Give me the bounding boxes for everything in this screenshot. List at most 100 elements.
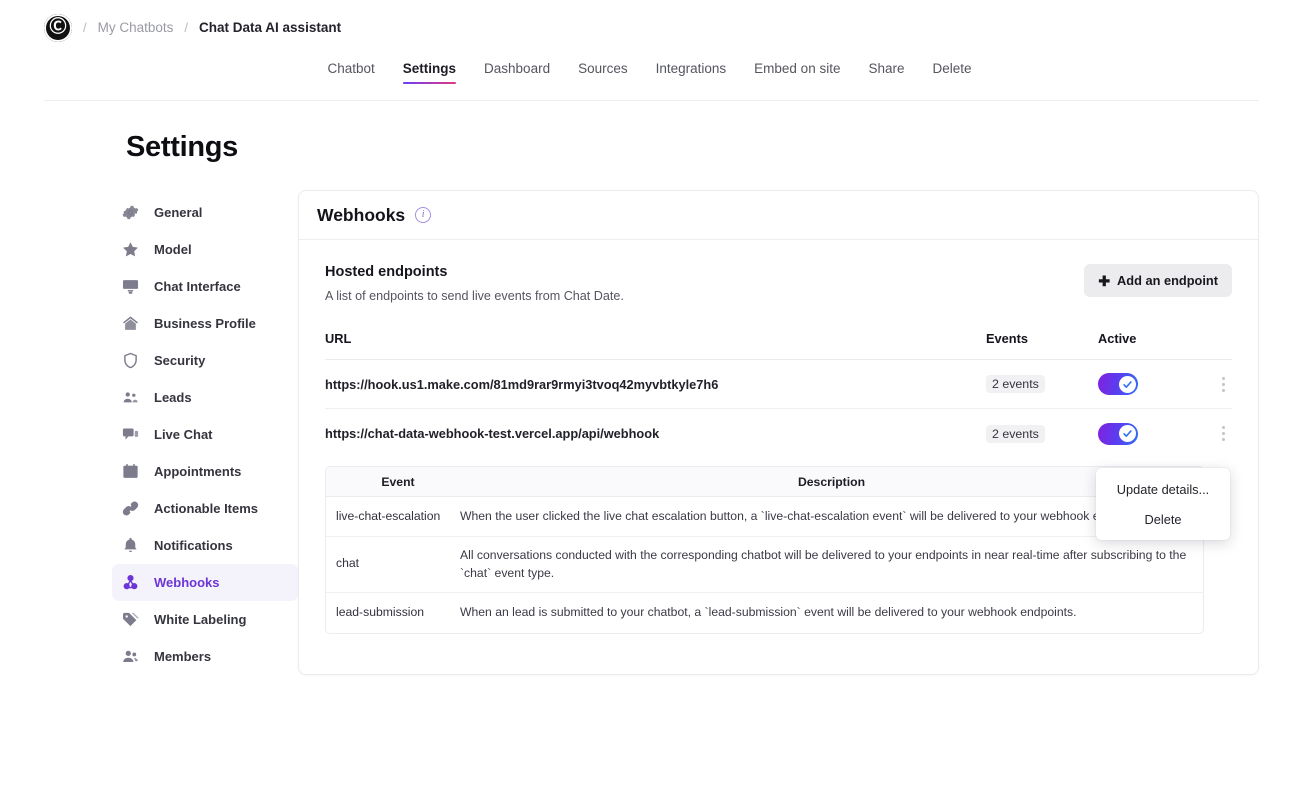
sidebar-item-label: Business Profile [154, 316, 256, 331]
event-name: chat [326, 547, 460, 581]
hosted-endpoints-section: Hosted endpoints A list of endpoints to … [325, 264, 1232, 303]
sidebar-item-general[interactable]: General [112, 194, 298, 231]
breadcrumb-bar: Ⓒ / My Chatbots / Chat Data AI assistant [0, 0, 1299, 55]
events-table-header: Event Description [326, 467, 1203, 497]
home-icon [120, 314, 140, 334]
sidebar-item-live-chat[interactable]: Live Chat [112, 416, 298, 453]
sidebar-item-label: Members [154, 649, 211, 664]
toggle-knob [1119, 425, 1136, 442]
sidebar-item-label: Model [154, 242, 192, 257]
sidebar-item-label: Security [154, 353, 205, 368]
events-badge: 2 events [986, 425, 1045, 443]
sidebar-item-security[interactable]: Security [112, 342, 298, 379]
info-icon[interactable]: i [415, 207, 431, 223]
bell-icon [120, 536, 140, 556]
event-description: All conversations conducted with the cor… [460, 537, 1203, 592]
people-icon [120, 388, 140, 408]
sidebar-item-label: Webhooks [154, 575, 220, 590]
column-header-event: Event [326, 475, 460, 489]
sidebar-item-label: General [154, 205, 202, 220]
nav-tab-settings[interactable]: Settings [389, 55, 470, 88]
endpoint-context-menu: Update details...Delete [1096, 468, 1230, 540]
page-title: Settings [126, 131, 1299, 164]
endpoint-url[interactable]: https://hook.us1.make.com/81md9rar9rmyi3… [325, 377, 986, 392]
settings-layout: General Model Chat Interface Business Profi… [0, 190, 1299, 675]
endpoint-row: https://chat-data-webhook-test.vercel.ap… [325, 409, 1232, 458]
primary-nav: ChatbotSettingsDashboardSourcesIntegrati… [0, 55, 1299, 101]
nav-tab-delete[interactable]: Delete [919, 55, 986, 88]
endpoint-events-cell: 2 events [986, 375, 1098, 393]
endpoint-events-cell: 2 events [986, 425, 1098, 443]
webhooks-card-body: Hosted endpoints A list of endpoints to … [299, 240, 1258, 634]
endpoint-menu-cell [1202, 423, 1232, 445]
calendar-icon [120, 462, 140, 482]
nav-tab-dashboard[interactable]: Dashboard [470, 55, 564, 88]
star-icon [120, 240, 140, 260]
endpoint-url[interactable]: https://chat-data-webhook-test.vercel.ap… [325, 426, 986, 441]
sidebar-item-leads[interactable]: Leads [112, 379, 298, 416]
event-description-row: live-chat-escalationWhen the user clicke… [326, 497, 1203, 537]
sidebar-item-actionable-items[interactable]: Actionable Items [112, 490, 298, 527]
nav-tab-share[interactable]: Share [854, 55, 918, 88]
column-header-active: Active [1098, 331, 1202, 346]
shield-icon [120, 351, 140, 371]
active-toggle[interactable] [1098, 373, 1138, 395]
column-header-description: Description [460, 475, 1203, 489]
event-description-row: chatAll conversations conducted with the… [326, 537, 1203, 593]
nav-tab-integrations[interactable]: Integrations [642, 55, 741, 88]
sidebar-item-model[interactable]: Model [112, 231, 298, 268]
sidebar-item-label: Actionable Items [154, 501, 258, 516]
nav-tab-sources[interactable]: Sources [564, 55, 642, 88]
endpoint-active-cell [1098, 373, 1202, 395]
event-description: When an lead is submitted to your chatbo… [460, 594, 1203, 630]
sidebar-item-label: Appointments [154, 464, 241, 479]
endpoint-menu-cell [1202, 373, 1232, 395]
chat-bubble-icon [120, 425, 140, 445]
nav-tab-chatbot[interactable]: Chatbot [313, 55, 388, 88]
breadcrumb-my-chatbots[interactable]: My Chatbots [98, 20, 174, 35]
endpoint-row: https://hook.us1.make.com/81md9rar9rmyi3… [325, 360, 1232, 409]
nav-tab-embed-on-site[interactable]: Embed on site [740, 55, 854, 88]
sidebar-item-notifications[interactable]: Notifications [112, 527, 298, 564]
plus-icon: ✚ [1098, 274, 1110, 288]
members-icon [120, 647, 140, 667]
webhooks-card: Webhooks i Hosted endpoints A list of en… [298, 190, 1259, 675]
sidebar-item-label: Leads [154, 390, 192, 405]
context-menu-item-delete[interactable]: Delete [1096, 504, 1230, 534]
tag-icon [120, 610, 140, 630]
add-endpoint-button[interactable]: ✚ Add an endpoint [1084, 264, 1232, 297]
section-subtitle: A list of endpoints to send live events … [325, 289, 624, 303]
sidebar-item-label: Notifications [154, 538, 233, 553]
sidebar-item-business-profile[interactable]: Business Profile [112, 305, 298, 342]
event-description: When the user clicked the live chat esca… [460, 498, 1203, 534]
sidebar-item-white-labeling[interactable]: White Labeling [112, 601, 298, 638]
events-badge: 2 events [986, 375, 1045, 393]
sidebar-item-members[interactable]: Members [112, 638, 298, 675]
endpoint-more-menu-icon[interactable] [1214, 423, 1232, 445]
add-endpoint-label: Add an endpoint [1117, 273, 1218, 288]
settings-sidebar: General Model Chat Interface Business Profi… [112, 190, 298, 675]
events-description-table: Event Description live-chat-escalationWh… [325, 466, 1204, 634]
endpoint-more-menu-icon[interactable] [1214, 373, 1232, 395]
sidebar-item-label: Chat Interface [154, 279, 241, 294]
card-title: Webhooks [317, 205, 405, 226]
sidebar-item-webhooks[interactable]: Webhooks [112, 564, 298, 601]
sidebar-item-chat-interface[interactable]: Chat Interface [112, 268, 298, 305]
sidebar-item-label: Live Chat [154, 427, 213, 442]
webhook-icon [120, 573, 140, 593]
active-toggle[interactable] [1098, 423, 1138, 445]
webhooks-card-header: Webhooks i [299, 191, 1258, 240]
endpoints-table-header: URL Events Active [325, 331, 1232, 360]
event-description-row: lead-submissionWhen an lead is submitted… [326, 593, 1203, 633]
gear-icon [120, 203, 140, 223]
sidebar-item-appointments[interactable]: Appointments [112, 453, 298, 490]
breadcrumb-current: Chat Data AI assistant [199, 20, 341, 35]
column-header-url: URL [325, 331, 986, 346]
context-menu-item-update-details[interactable]: Update details... [1096, 474, 1230, 504]
event-name: lead-submission [326, 596, 460, 630]
endpoint-active-cell [1098, 423, 1202, 445]
endpoints-table: URL Events Active https://hook.us1.make.… [325, 331, 1232, 458]
brand-logo-icon[interactable]: Ⓒ [44, 14, 72, 42]
breadcrumb-separator-1: / [81, 20, 89, 35]
event-name: live-chat-escalation [326, 500, 460, 534]
